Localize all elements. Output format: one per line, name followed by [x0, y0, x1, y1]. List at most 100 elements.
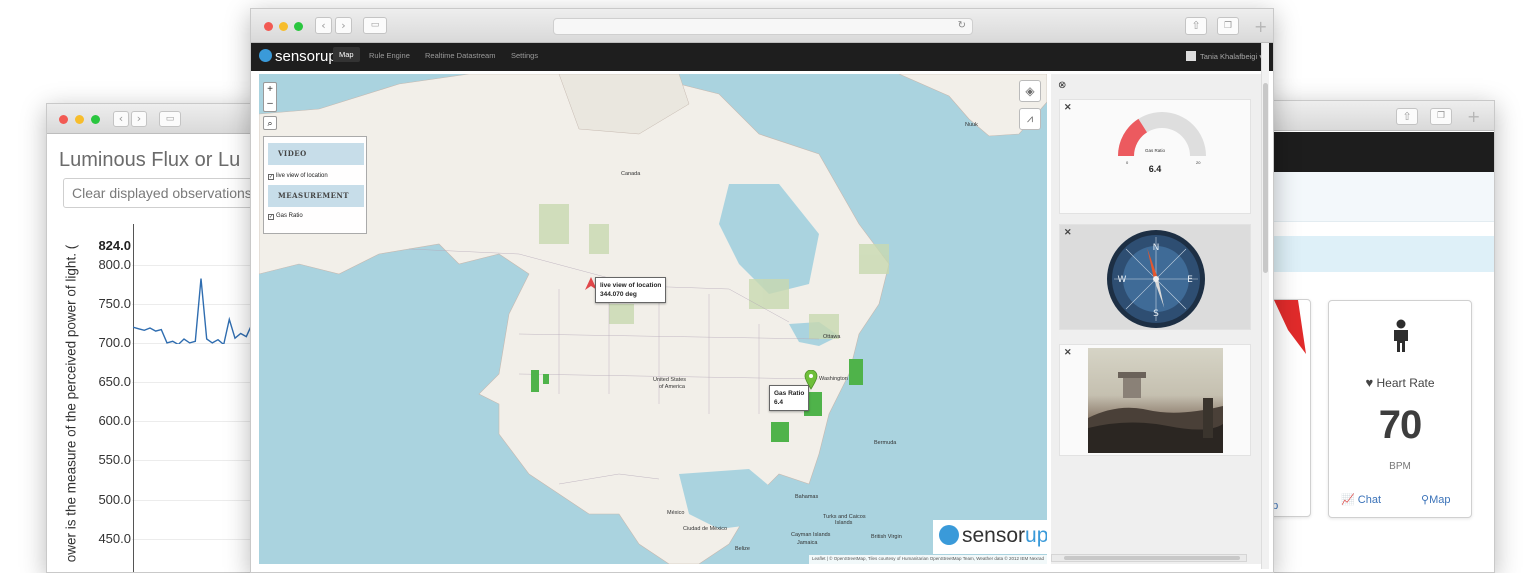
y-tick-label: 750.0 — [89, 296, 131, 311]
sidebar-toggle-icon[interactable]: ▭ — [363, 17, 387, 34]
address-bar[interactable]: ↻ — [553, 18, 973, 35]
chart-link[interactable]: 📈 Chat — [1341, 493, 1381, 506]
live-view-popup: live view of location 344.070 deg — [595, 277, 666, 303]
nav-rule-engine[interactable]: Rule Engine — [369, 51, 410, 60]
main-window-titlebar: ‹ › ▭ ↻ ⇧ ❐ + — [251, 9, 1273, 43]
right-window-navbar — [1241, 132, 1494, 172]
close-window-dot[interactable] — [264, 22, 273, 31]
forward-icon[interactable]: › — [131, 111, 147, 127]
zoom-out-button[interactable]: – — [264, 97, 276, 111]
chart-title: Luminous Flux or Lu — [59, 149, 240, 172]
map-view[interactable]: +– ⌕ VIDEO ✓live view of location MEASUR… — [259, 74, 1047, 564]
heart-rate-unit: BPM — [1329, 461, 1471, 472]
y-tick-label: 800.0 — [89, 257, 131, 272]
watermark-suffix: up — [1025, 524, 1047, 547]
layers-icon[interactable]: ◈ — [1019, 80, 1041, 102]
back-icon[interactable]: ‹ — [113, 111, 129, 127]
gas-ratio-popup-title: Gas Ratio — [774, 389, 804, 398]
zoom-window-dot[interactable] — [91, 115, 100, 124]
compass-e: E — [1187, 275, 1193, 285]
live-camera-image[interactable] — [1088, 348, 1223, 453]
y-tick-label: 700.0 — [89, 335, 131, 350]
gauge-widget: ✕ Gas Ratio 0 20 6.4 — [1059, 99, 1251, 214]
remove-widget-icon[interactable]: ✕ — [1064, 227, 1072, 238]
zoom-window-dot[interactable] — [294, 22, 303, 31]
vertical-scrollbar-thumb[interactable] — [1263, 83, 1268, 273]
nav-settings[interactable]: Settings — [511, 51, 538, 60]
horizontal-scrollbar-thumb[interactable] — [1064, 556, 1240, 560]
y-tick-label: 650.0 — [89, 374, 131, 389]
legend-measurement-header: MEASUREMENT — [268, 185, 364, 207]
watermark-prefix: sensor — [962, 524, 1025, 547]
minimize-window-dot[interactable] — [279, 22, 288, 31]
person-icon — [1391, 319, 1411, 353]
new-tab-plus-icon[interactable]: + — [1467, 107, 1480, 126]
remove-widget-icon[interactable]: ✕ — [1064, 347, 1072, 358]
tabs-icon[interactable]: ❐ — [1430, 108, 1452, 125]
gas-ratio-gauge — [1114, 106, 1210, 162]
map-link[interactable]: ⚲Map — [1421, 493, 1450, 506]
horizontal-scrollbar[interactable] — [1051, 554, 1247, 562]
heart-icon: ♥ — [1365, 375, 1373, 390]
remove-widget-icon[interactable]: ✕ — [1064, 102, 1072, 113]
back-icon[interactable]: ‹ — [315, 17, 332, 34]
checkbox-checked-icon[interactable]: ✓ — [268, 174, 274, 180]
close-sidebar-icon[interactable]: ⊗ — [1058, 80, 1066, 91]
line-chart-icon: 📈 — [1341, 494, 1355, 506]
map-attribution[interactable]: Leaflet | © OpenStreetMap, Tiles courtes… — [809, 555, 1047, 564]
y-tick-label: 550.0 — [89, 452, 131, 467]
label-usa-1: United States — [653, 377, 686, 383]
share-icon[interactable]: ⇧ — [1185, 17, 1207, 35]
legend-video-item[interactable]: ✓live view of location — [268, 173, 328, 180]
map-pin-icon: ⚲ — [1421, 494, 1429, 506]
compass-w: W — [1118, 275, 1127, 285]
vertical-scrollbar[interactable] — [1261, 43, 1269, 569]
sensorup-globe-icon — [939, 525, 959, 545]
user-name: Tania Khalafbeigi ▾ — [1200, 52, 1263, 61]
minimize-window-dot[interactable] — [75, 115, 84, 124]
nav-map[interactable]: Map — [333, 47, 360, 62]
live-view-popup-value: 344.070 deg — [600, 290, 661, 299]
checkbox-checked-icon[interactable]: ✓ — [268, 214, 274, 220]
label-bermuda: Bermuda — [874, 440, 896, 446]
gauge-label: Gas Ratio — [1060, 148, 1250, 153]
reload-icon[interactable]: ↻ — [958, 20, 966, 31]
gas-ratio-popup-value: 6.4 — [774, 398, 804, 407]
chart-toggle-icon[interactable]: ⩘ — [1019, 108, 1041, 130]
label-mexico: México — [667, 510, 684, 516]
tabs-icon[interactable]: ❐ — [1217, 17, 1239, 35]
sensorup-logo[interactable]: sensorup — [259, 48, 337, 65]
compass-widget: ✕ N E S W — [1059, 224, 1251, 330]
heart-rate-value: 70 — [1329, 403, 1471, 448]
legend-measurement-item[interactable]: ✓Gas Ratio — [268, 213, 303, 220]
close-window-dot[interactable] — [59, 115, 68, 124]
compass-n: N — [1153, 243, 1160, 253]
y-tick-label: 500.0 — [89, 492, 131, 507]
share-icon[interactable]: ⇧ — [1396, 108, 1418, 125]
label-bahamas: Bahamas — [795, 494, 818, 500]
red-ribbon-icon — [1268, 296, 1308, 356]
new-tab-plus-icon[interactable]: + — [1254, 17, 1267, 36]
sensorup-watermark-logo: sensorup — [933, 520, 1047, 554]
compass-s: S — [1153, 309, 1159, 319]
map-search-icon[interactable]: ⌕ — [263, 116, 277, 130]
nav-realtime-datastream[interactable]: Realtime Datastream — [425, 51, 495, 60]
camera-scene — [1088, 348, 1223, 453]
zoom-control[interactable]: +– — [263, 82, 277, 112]
label-belize: Belize — [735, 546, 750, 552]
label-canada: Canada — [621, 171, 640, 177]
basemap — [259, 74, 1047, 564]
label-cayman: Cayman Islands — [791, 532, 830, 538]
label-nuuk: Nuuk — [965, 122, 978, 128]
heart-rate-label-text: Heart Rate — [1377, 376, 1435, 390]
heart-rate-label: ♥ Heart Rate — [1329, 375, 1471, 390]
y-axis-label: ower is the measure of the perceived pow… — [64, 234, 79, 573]
forward-icon[interactable]: › — [335, 17, 352, 34]
right-window-info-band — [1241, 236, 1494, 272]
gauge-value: 6.4 — [1060, 164, 1250, 174]
zoom-in-button[interactable]: + — [264, 83, 276, 97]
widget-sidebar: ⊗ ✕ Gas Ratio 0 20 6.4 ✕ N E S W — [1051, 74, 1263, 564]
user-menu[interactable]: Tania Khalafbeigi ▾ — [1186, 51, 1263, 61]
sidebar-toggle-icon[interactable]: ▭ — [159, 111, 181, 127]
y-tick-label: 450.0 — [89, 531, 131, 546]
